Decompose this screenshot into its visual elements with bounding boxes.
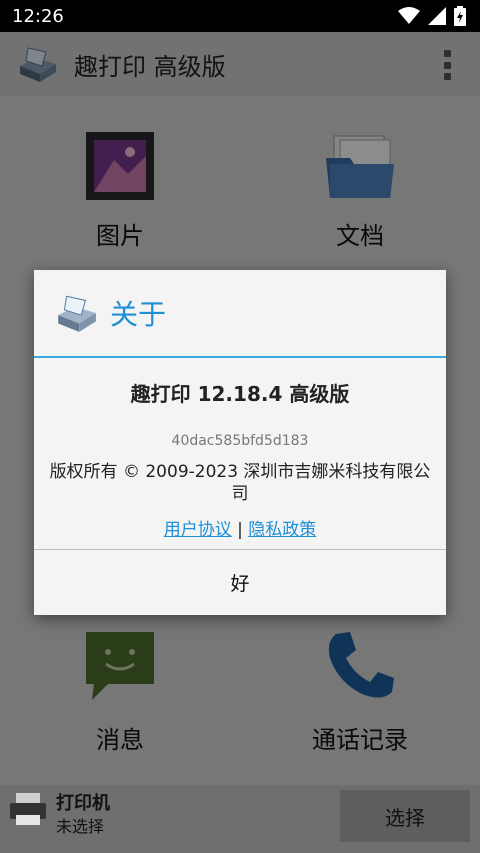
user-agreement-link[interactable]: 用户协议 (164, 520, 232, 540)
copyright-text: 版权所有 © 2009-2023 深圳市吉娜米科技有限公司 (49, 462, 431, 504)
ok-button[interactable]: 好 (34, 550, 446, 615)
bottom-bar: 打印机 未选择 选择 (0, 785, 480, 853)
about-dialog: 关于 趣打印 12.18.4 高级版 40dac585bfd5d183 版权所有… (34, 270, 446, 615)
legal-links: 用户协议 | 隐私政策 (48, 515, 432, 540)
printer-icon (10, 793, 46, 825)
battery-charging-icon (454, 6, 466, 26)
printer-logo-icon (58, 295, 96, 332)
dialog-header: 关于 (34, 270, 446, 356)
signal-icon (428, 7, 446, 25)
status-time: 12:26 (12, 5, 64, 27)
printer-status: 未选择 (56, 817, 105, 836)
printer-label: 打印机 (56, 793, 110, 814)
wifi-icon (398, 7, 420, 24)
dialog-body: 趣打印 12.18.4 高级版 40dac585bfd5d183 版权所有 © … (34, 378, 446, 540)
dialog-title-divider (34, 356, 446, 358)
app-name-version: 趣打印 12.18.4 高级版 (130, 382, 350, 406)
dialog-title: 关于 (110, 298, 167, 331)
status-bar: 12:26 (0, 0, 480, 32)
link-separator: | (237, 520, 243, 540)
build-hash: 40dac585bfd5d183 (171, 433, 309, 449)
select-printer-button[interactable]: 选择 (340, 790, 470, 842)
status-icons (398, 6, 466, 26)
privacy-policy-link[interactable]: 隐私政策 (248, 520, 316, 540)
